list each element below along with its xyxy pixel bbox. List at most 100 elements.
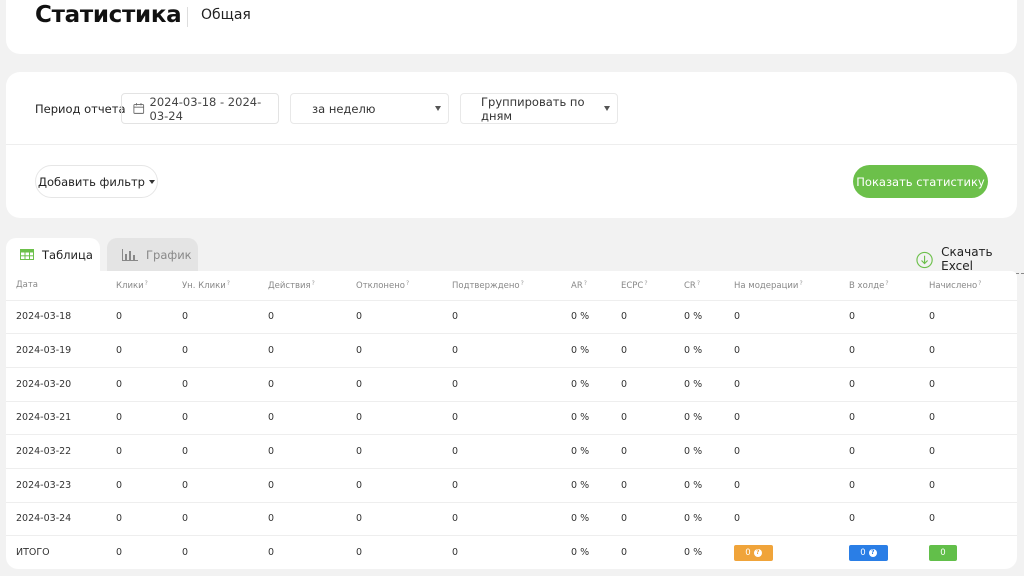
table-cell: 0: [258, 300, 346, 335]
column-header[interactable]: Начислено?: [919, 271, 1017, 301]
download-excel-link[interactable]: Скачать Excel: [916, 245, 1024, 274]
table-cell: 0: [172, 468, 258, 503]
total-cell: 0: [621, 547, 628, 559]
table-cell: 0 %: [674, 333, 724, 368]
table-cell: 0 %: [674, 468, 724, 503]
help-icon[interactable]: ?: [697, 280, 700, 287]
table-cell: 2024-03-20: [6, 367, 106, 402]
tab-chart-label: График: [146, 247, 192, 262]
help-icon[interactable]: ?: [868, 548, 877, 557]
help-icon[interactable]: ?: [978, 280, 981, 287]
table-header-row: Дата Клики? Ун. Клики? Действия? Отклонено? П…: [6, 271, 1017, 301]
add-filter-button[interactable]: Добавить фильтр: [35, 165, 158, 198]
help-icon[interactable]: ?: [227, 280, 230, 287]
download-excel-label: Скачать Excel: [941, 245, 1024, 274]
table-cell: 0 %: [561, 367, 611, 402]
column-header[interactable]: В холде?: [839, 271, 919, 301]
table-cell: 0: [724, 401, 839, 436]
table-cell: 0: [839, 468, 919, 503]
table-cell: 0: [839, 434, 919, 469]
table-cell: 0: [611, 300, 674, 335]
total-cell: 0: [116, 547, 123, 559]
table-row: 2024-03-22 0 0 0 0 0 0 % 0 0 % 0 0 0: [6, 434, 1017, 469]
column-header[interactable]: CR?: [674, 271, 724, 301]
table-cell: 0: [172, 502, 258, 537]
table-cell: 0 %: [561, 468, 611, 503]
tab-table[interactable]: Таблица: [6, 238, 100, 271]
table-cell: 0: [611, 468, 674, 503]
table-cell: 0 %: [561, 502, 611, 537]
table-cell: 0: [346, 367, 442, 402]
table-cell: 0: [106, 300, 172, 335]
help-icon[interactable]: ?: [584, 280, 587, 287]
show-statistics-button[interactable]: Показать статистику: [853, 165, 988, 198]
moderation-badge-value: 0: [745, 547, 751, 558]
table-cell: 0: [442, 300, 561, 335]
period-select[interactable]: за неделю: [290, 93, 449, 124]
table-row: 2024-03-18 0 0 0 0 0 0 % 0 0 % 0 0 0: [6, 300, 1017, 335]
table-cell: 0: [258, 367, 346, 402]
table-cell: 0: [919, 367, 1017, 402]
table-cell: 0: [839, 367, 919, 402]
table-cell: 0: [919, 468, 1017, 503]
tab-chart[interactable]: График: [107, 238, 198, 271]
table-cell: 0: [258, 468, 346, 503]
stats-table-card: Дата Клики? Ун. Клики? Действия? Отклонено? П…: [6, 271, 1017, 569]
table-cell: 0: [442, 468, 561, 503]
stats-table: Дата Клики? Ун. Клики? Действия? Отклонено? П…: [6, 271, 1017, 570]
column-header-label: AR: [571, 280, 583, 291]
column-header[interactable]: AR?: [561, 271, 611, 301]
date-range-input[interactable]: 2024-03-18 - 2024-03-24: [121, 93, 279, 124]
column-header[interactable]: Действия?: [258, 271, 346, 301]
column-header-label: Подтверждено: [452, 280, 520, 291]
help-icon[interactable]: ?: [753, 548, 762, 557]
column-header-label: Ун. Клики: [182, 280, 226, 291]
table-cell: 0: [724, 434, 839, 469]
help-icon[interactable]: ?: [799, 280, 802, 287]
table-cell: 0: [919, 434, 1017, 469]
accrued-badge: 0: [929, 544, 957, 561]
total-cell: 0 %: [684, 547, 703, 559]
tab-table-label: Таблица: [42, 247, 93, 262]
column-header[interactable]: На модерации?: [724, 271, 839, 301]
table-cell: 0 %: [674, 502, 724, 537]
total-row: ИТОГО 0 0 0 0 0 0 % 0 0 % 0? 0? 0: [6, 536, 1017, 570]
table-cell: 0: [258, 401, 346, 436]
column-header-label: На модерации: [734, 280, 799, 291]
table-cell: 0: [724, 502, 839, 537]
group-by-select-value: Группировать по дням: [481, 94, 585, 123]
bar-chart-icon: [122, 248, 138, 261]
help-icon[interactable]: ?: [644, 280, 647, 287]
group-by-select[interactable]: Группировать по дням: [460, 93, 618, 124]
table-cell: 0: [258, 434, 346, 469]
help-icon[interactable]: ?: [312, 280, 315, 287]
table-cell: 0: [839, 300, 919, 335]
column-header[interactable]: Ун. Клики?: [172, 271, 258, 301]
column-header[interactable]: Дата: [6, 271, 106, 301]
table-cell: 0: [839, 502, 919, 537]
column-header-label: Дата: [16, 280, 39, 291]
help-icon[interactable]: ?: [145, 280, 148, 287]
caret-down-icon: [435, 106, 441, 111]
caret-down-icon: [148, 179, 155, 184]
hold-badge-value: 0: [860, 547, 866, 558]
help-icon[interactable]: ?: [521, 280, 524, 287]
table-cell: 0: [611, 367, 674, 402]
help-icon[interactable]: ?: [406, 280, 409, 287]
column-header[interactable]: ECPC?: [611, 271, 674, 301]
column-header[interactable]: Подтверждено?: [442, 271, 561, 301]
header-card: Статистика Общая: [6, 0, 1017, 54]
column-header[interactable]: Клики?: [106, 271, 172, 301]
column-header-label: CR: [684, 280, 696, 291]
table-cell: 0: [258, 333, 346, 368]
table-cell: 2024-03-22: [6, 434, 106, 469]
table-row: 2024-03-20 0 0 0 0 0 0 % 0 0 % 0 0 0: [6, 367, 1017, 402]
table-cell: 0: [172, 333, 258, 368]
help-icon[interactable]: ?: [885, 280, 888, 287]
table-cell: 2024-03-18: [6, 300, 106, 335]
table-cell: 0: [346, 333, 442, 368]
table-cell: 0: [106, 468, 172, 503]
table-cell: 0: [724, 367, 839, 402]
table-cell: 0: [172, 434, 258, 469]
column-header[interactable]: Отклонено?: [346, 271, 442, 301]
